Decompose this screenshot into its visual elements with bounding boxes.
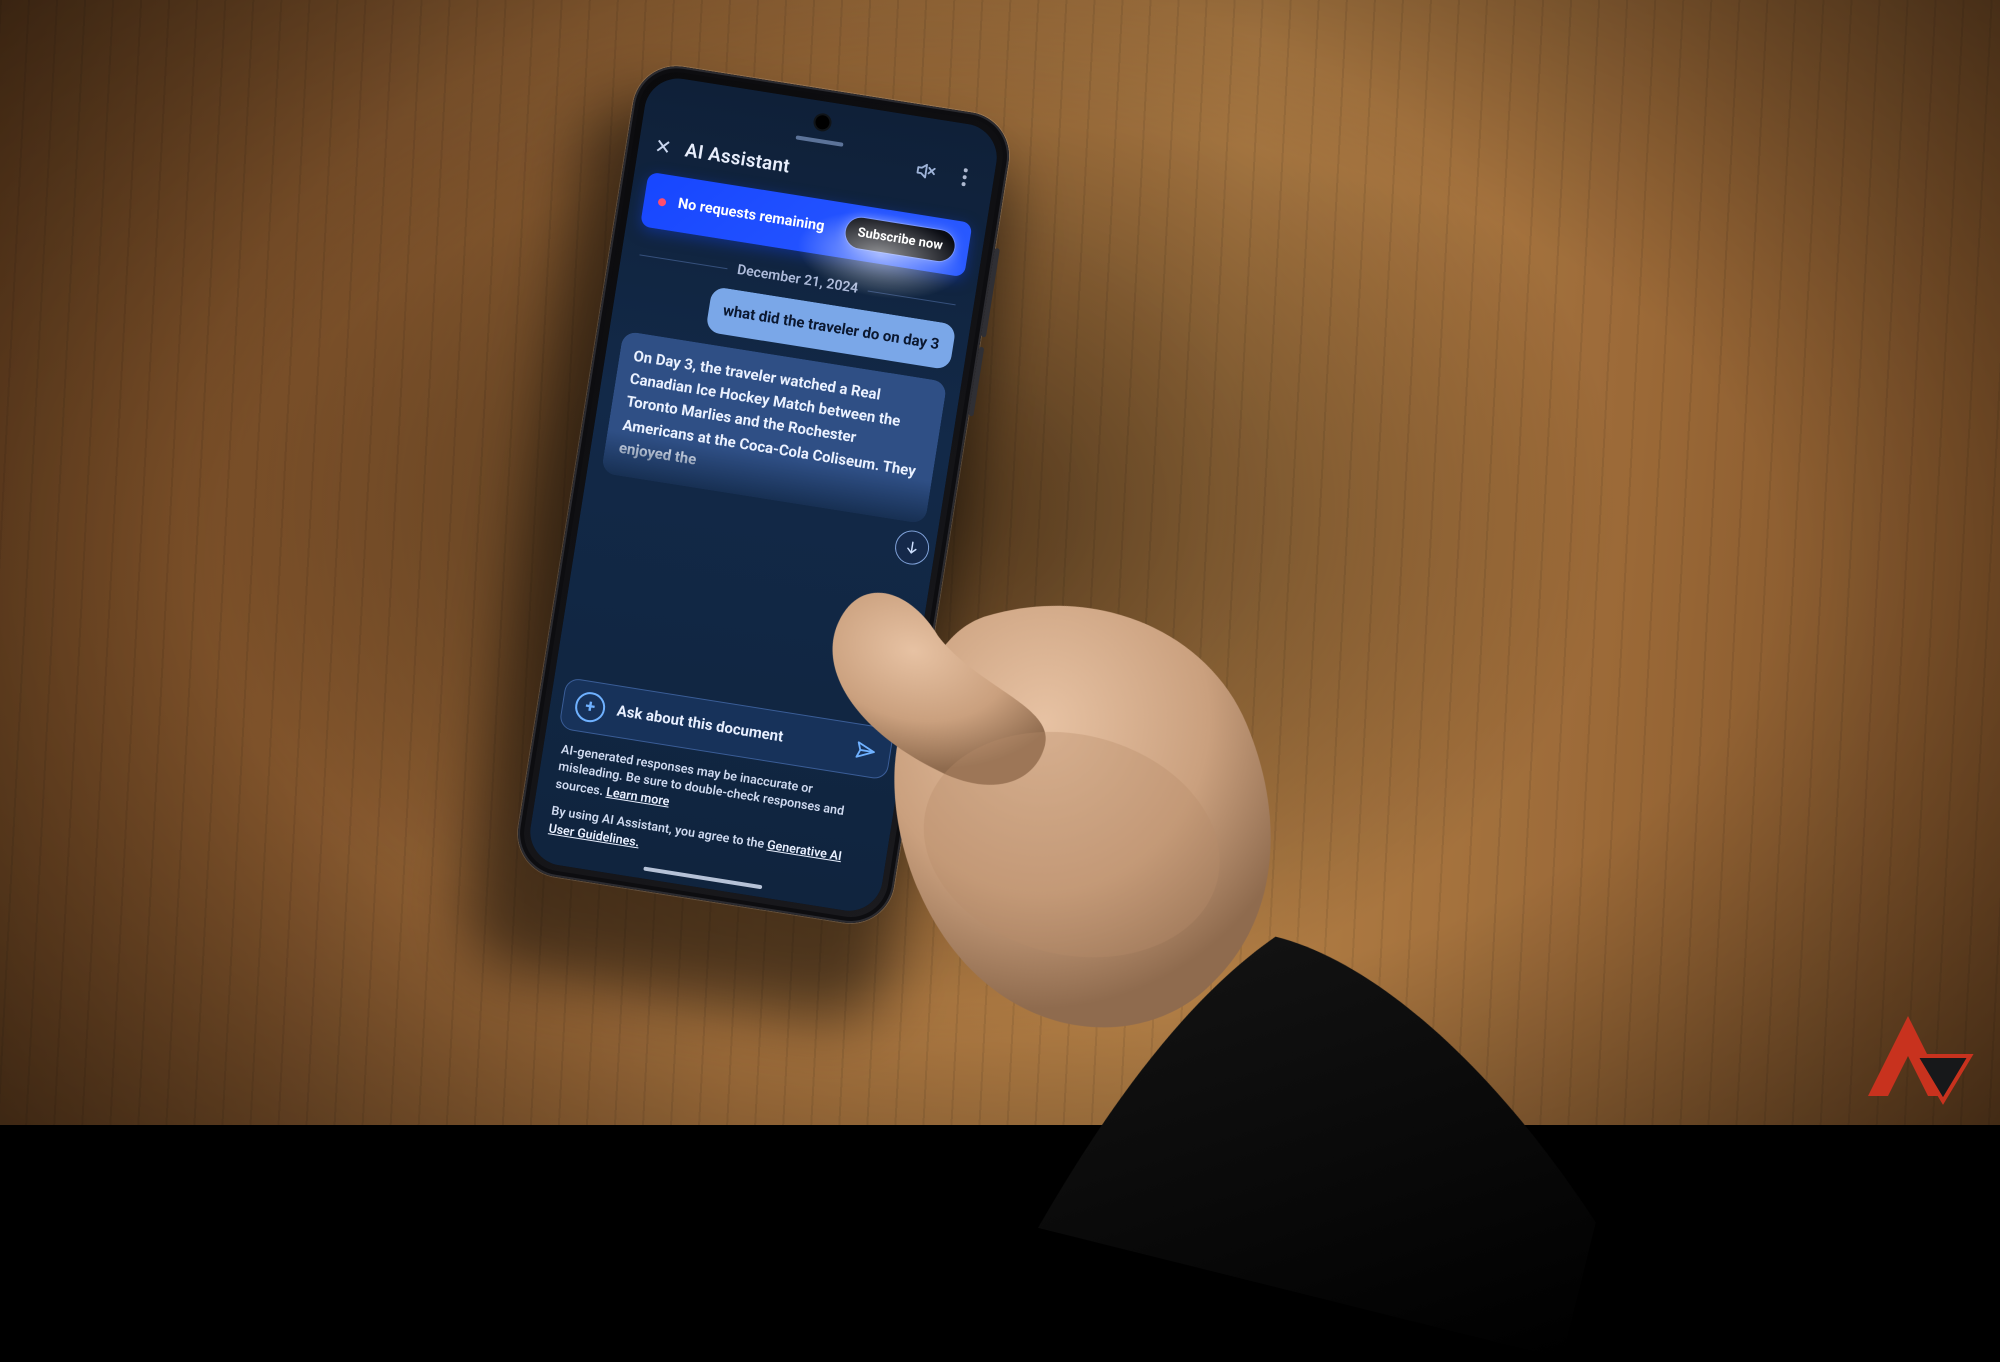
- watermark-logo: [1838, 1001, 1978, 1111]
- divider-line: [640, 254, 728, 269]
- chat-area: what did the traveler do on day 3 On Day…: [556, 271, 970, 722]
- close-icon[interactable]: ✕: [653, 135, 673, 157]
- more-vertical-icon[interactable]: [952, 165, 977, 190]
- date-label: December 21, 2024: [736, 262, 859, 297]
- banner-message: No requests remaining: [676, 195, 835, 238]
- send-icon[interactable]: [852, 737, 879, 764]
- divider-line: [868, 290, 956, 305]
- plus-circle-icon[interactable]: +: [573, 690, 607, 724]
- scroll-to-bottom-button[interactable]: [893, 528, 932, 567]
- alert-dot-icon: [658, 197, 667, 206]
- page-title: AI Assistant: [683, 138, 791, 177]
- subscribe-button[interactable]: Subscribe now: [843, 215, 956, 263]
- speaker-muted-icon[interactable]: [913, 158, 938, 183]
